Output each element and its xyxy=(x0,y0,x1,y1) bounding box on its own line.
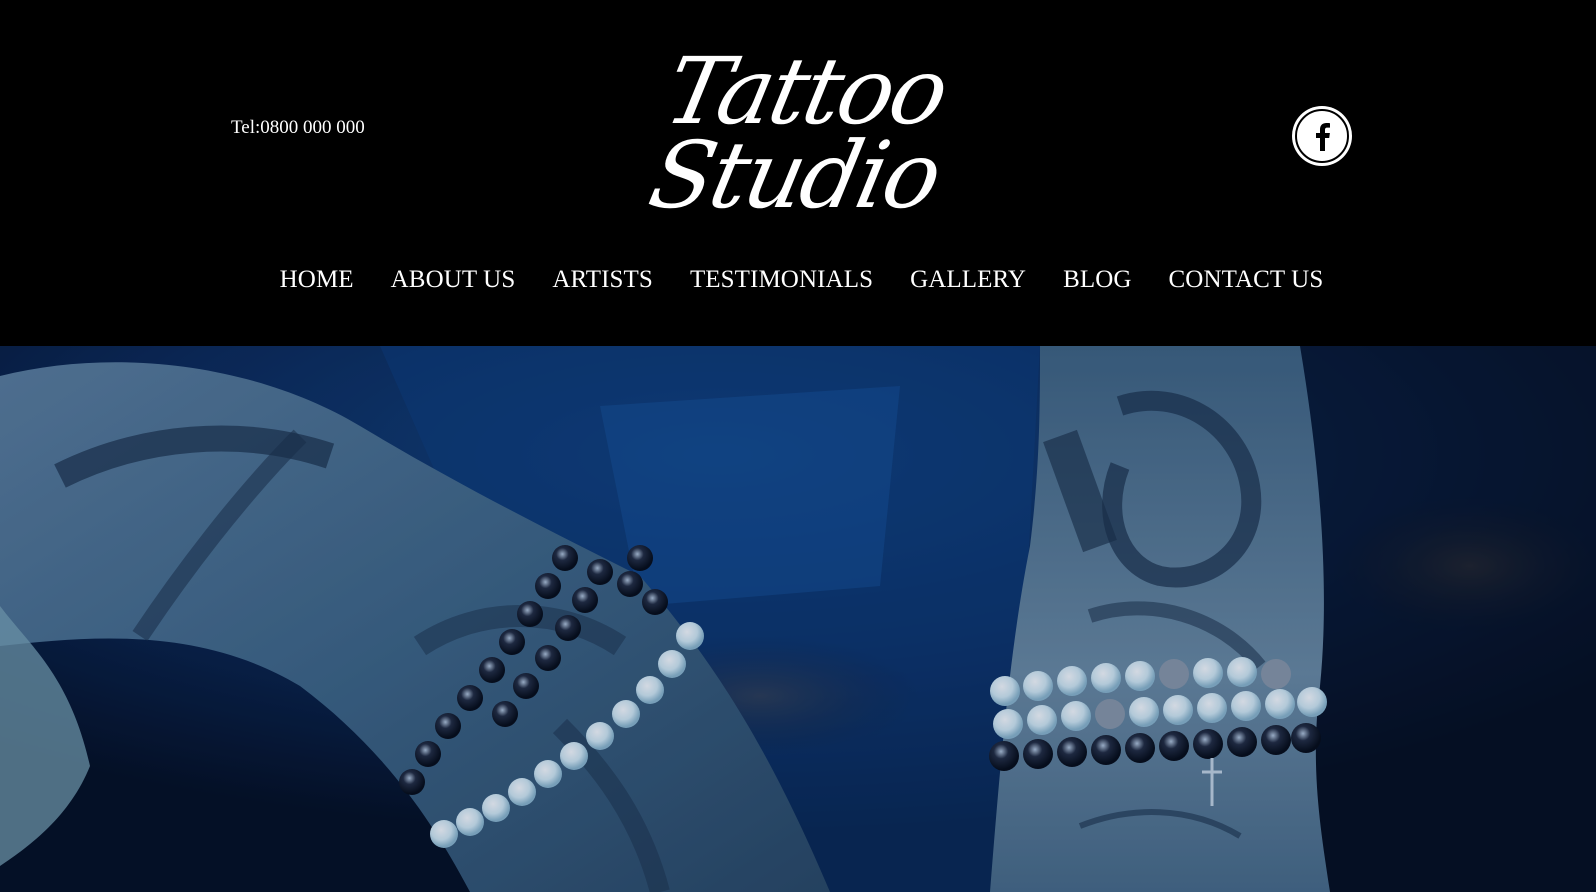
nav-item-contact-us[interactable]: CONTACT US xyxy=(1169,266,1324,294)
logo-line-2: Studio xyxy=(640,122,949,229)
hero-image xyxy=(0,346,1596,892)
nav-item-blog[interactable]: BLOG xyxy=(1063,266,1131,294)
facebook-button[interactable] xyxy=(1292,106,1352,166)
nav-item-gallery[interactable]: GALLERY xyxy=(910,266,1026,294)
hero-photo-tattooed-arms xyxy=(0,346,1596,892)
facebook-icon xyxy=(1295,109,1349,163)
nav-item-about-us[interactable]: ABOUT US xyxy=(391,266,516,294)
nav-item-testimonials[interactable]: TESTIMONIALS xyxy=(690,266,873,294)
site-logo[interactable]: Tattoo Studio xyxy=(641,38,956,234)
main-nav: HOME ABOUT US ARTISTS TESTIMONIALS GALLE… xyxy=(0,266,1596,294)
nav-item-artists[interactable]: ARTISTS xyxy=(552,266,653,294)
nav-item-home[interactable]: HOME xyxy=(280,266,354,294)
phone-number[interactable]: Tel:0800 000 000 xyxy=(231,117,365,139)
site-header: Tel:0800 000 000 Tattoo Studio HOME ABOU… xyxy=(0,0,1596,346)
